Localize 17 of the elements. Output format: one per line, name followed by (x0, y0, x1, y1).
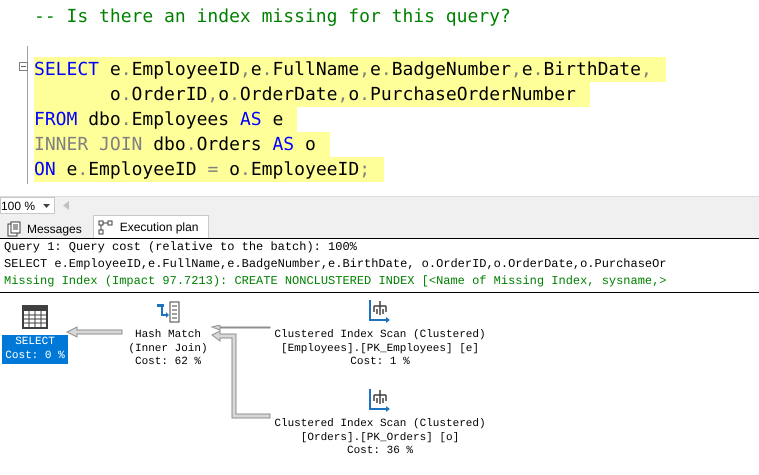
result-text: Query 1: Query cost (relative to the batch): 100% (3, 239, 358, 256)
plan-node-label[interactable]: Clustered Index Scan (Clustered) [Employees].[PK_Employees] [e] Cost: 1 % (271, 328, 489, 370)
plan-node-label[interactable]: SELECT Cost: 0 % (2, 335, 68, 364)
plan-node-label[interactable]: Clustered Index Scan (Clustered) [Orders].[PK_Orders] [o] Cost: 36 % (271, 417, 489, 460)
plan-icon (98, 220, 114, 234)
result-text: SELECT e.EmployeeID,e.FullName,e.BadgeNumber,e.BirthDate, o.OrderID,o.OrderDate,o.PurchaseOr (3, 256, 668, 273)
index-scan-icon (368, 299, 392, 323)
hash-match-icon (156, 301, 180, 323)
plan-node-label[interactable]: Hash Match (Inner Join) Cost: 62 % (125, 328, 211, 370)
caret-icon (43, 204, 50, 208)
collapse-icon[interactable] (19, 62, 28, 71)
results-tab[interactable]: Execution plan (92, 215, 210, 238)
missing-index-text: Missing Index (Impact 97.7213): CREATE NONCLUSTERED INDEX [<Name of Missing Index, sysname,> (3, 273, 668, 290)
code-comment: -- Is there an index missing for this query? (34, 5, 512, 29)
table-icon (22, 305, 48, 329)
zoom-dropdown[interactable]: 100 % (0, 197, 55, 214)
index-scan-icon (368, 388, 392, 412)
